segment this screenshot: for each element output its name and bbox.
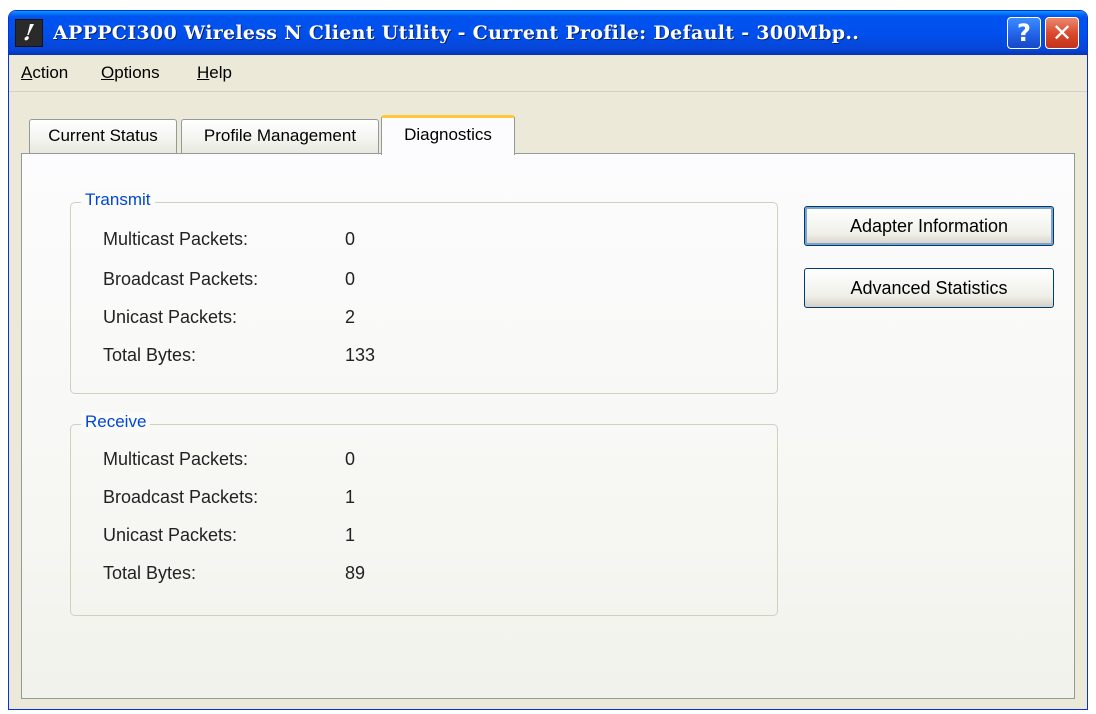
menu-options[interactable]: Options	[101, 63, 160, 83]
title-bar[interactable]: ! APPPCI300 Wireless N Client Utility - …	[9, 11, 1087, 55]
help-icon: ?	[1017, 19, 1031, 47]
receive-broadcast-value: 1	[345, 487, 356, 507]
menu-bar: Action Options Help	[9, 55, 1087, 92]
close-button[interactable]: ✕	[1045, 17, 1079, 49]
diagnostics-panel: Transmit Multicast Packets: 0 Broadcast …	[21, 153, 1075, 699]
adapter-information-button[interactable]: Adapter Information	[804, 206, 1054, 246]
transmit-group-title: Transmit	[81, 190, 155, 210]
receive-group: Receive Multicast Packets: 0 Broadcast P…	[70, 412, 778, 616]
menu-help[interactable]: Help	[197, 63, 232, 83]
receive-broadcast-label: Broadcast Packets:	[103, 487, 259, 507]
tab-profile-management[interactable]: Profile Management	[181, 119, 379, 153]
app-icon[interactable]: !	[15, 19, 43, 47]
help-button[interactable]: ?	[1007, 17, 1041, 49]
menu-action[interactable]: Action	[21, 63, 68, 83]
receive-group-title: Receive	[81, 412, 151, 432]
receive-total-bytes-value: 89	[345, 563, 366, 583]
app-window: ! APPPCI300 Wireless N Client Utility - …	[8, 10, 1088, 710]
receive-unicast-label: Unicast Packets:	[103, 525, 238, 545]
tab-diagnostics[interactable]: Diagnostics	[381, 115, 515, 155]
receive-unicast-value: 1	[345, 525, 356, 545]
transmit-total-bytes-label: Total Bytes:	[103, 345, 197, 365]
transmit-multicast-label: Multicast Packets:	[103, 229, 249, 249]
window-title: APPPCI300 Wireless N Client Utility - Cu…	[53, 22, 860, 44]
transmit-total-bytes-value: 133	[345, 345, 376, 365]
transmit-group: Transmit Multicast Packets: 0 Broadcast …	[70, 190, 778, 394]
receive-total-bytes-label: Total Bytes:	[103, 563, 197, 583]
transmit-unicast-label: Unicast Packets:	[103, 307, 238, 327]
tab-current-status[interactable]: Current Status	[29, 119, 177, 153]
transmit-multicast-value: 0	[345, 229, 356, 249]
receive-multicast-value: 0	[345, 449, 356, 469]
receive-multicast-label: Multicast Packets:	[103, 449, 249, 469]
app-icon-glyph: !	[21, 20, 37, 46]
close-icon: ✕	[1051, 19, 1073, 47]
advanced-statistics-button[interactable]: Advanced Statistics	[804, 268, 1054, 308]
transmit-broadcast-value: 0	[345, 269, 356, 289]
transmit-broadcast-label: Broadcast Packets:	[103, 269, 259, 289]
transmit-unicast-value: 2	[345, 307, 356, 327]
